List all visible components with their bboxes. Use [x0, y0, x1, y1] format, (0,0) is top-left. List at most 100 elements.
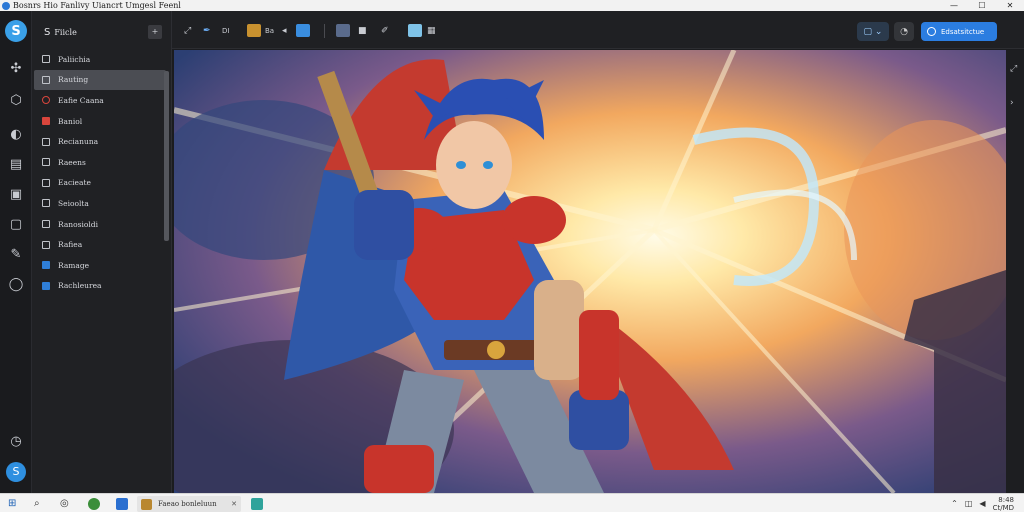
left-rail: S ✣ ⬡ ◐ ▤ ▣ ▢ ✎ ◯ ◷ S — [0, 11, 32, 493]
artwork-image — [174, 50, 1006, 493]
sidebar-item-label: Eafie Caana — [58, 95, 104, 105]
item-icon — [42, 281, 50, 290]
taskbar-app-label: Faeao bonleluun — [158, 500, 217, 508]
sidebar-item[interactable]: Eacieate — [34, 173, 166, 194]
sidebar-item-label: Eacieate — [58, 178, 91, 188]
tool-a[interactable]: DI — [222, 25, 229, 37]
sidebar-item[interactable]: Raeens — [34, 152, 166, 173]
clock-icon[interactable]: ◷ — [8, 434, 24, 450]
layer-tool-icon[interactable] — [408, 24, 422, 37]
tool-b[interactable]: Ba — [265, 25, 274, 37]
artwork-canvas[interactable] — [174, 50, 1006, 493]
grid-tool-icon[interactable]: ▦ — [427, 25, 436, 37]
sidebar-item-label: Seioolta — [58, 198, 89, 208]
sidebar-item-label: Raeens — [58, 157, 86, 167]
item-icon — [42, 55, 50, 64]
search-icon[interactable]: ⌕ — [34, 497, 40, 510]
account-icon[interactable]: S — [6, 462, 26, 482]
sidebar-item-label: Rauting — [58, 75, 89, 85]
task-view-icon[interactable]: ◎ — [60, 497, 69, 510]
arrow-tool-icon[interactable]: ◂ — [282, 25, 287, 37]
pen-tool-icon[interactable]: ✒ — [203, 25, 211, 37]
view-dropdown[interactable]: ▢ ⌄ — [857, 22, 889, 41]
logo-icon[interactable]: S — [5, 20, 27, 42]
sidebar-item-label: Rachleurea — [58, 281, 102, 291]
network-icon[interactable]: ◫ — [965, 499, 973, 508]
clock-date: Ct/MD — [992, 503, 1014, 512]
history-icon[interactable]: ◔ — [894, 22, 914, 41]
brush-icon[interactable]: ✎ — [8, 247, 24, 263]
move-tool-icon[interactable]: ⤢ — [184, 25, 191, 37]
panel-title: Fiicle — [54, 27, 77, 37]
panel-title-icon: S — [44, 26, 51, 38]
circle-icon[interactable]: ◯ — [8, 277, 24, 293]
window-title-bar: Bosnrs Hio Fanlivy Uiancrt Umgesl Feenl … — [0, 0, 1024, 11]
window-title: Bosnrs Hio Fanlivy Uiancrt Umgesl Feenl — [13, 1, 181, 10]
taskbar: ⊞ ⌕ ◎ Faeao bonleluun ✕ ⌃ ◫ ◀ 8:48 Ct/MD — [0, 493, 1024, 512]
view-icon: ▢ — [863, 26, 873, 37]
close-icon[interactable]: ✕ — [231, 500, 237, 508]
sidebar-item[interactable]: Ramage — [34, 255, 166, 276]
panel-scrollbar[interactable] — [164, 71, 169, 241]
chevron-down-icon: ⌄ — [874, 26, 883, 37]
sidebar-item-label: Recianuna — [58, 137, 99, 147]
chevron-up-icon[interactable]: ⌃ — [951, 499, 958, 508]
sidebar-item[interactable]: Rafiea — [34, 234, 166, 255]
erase-tool-icon[interactable]: ■ — [358, 25, 367, 37]
item-icon — [42, 178, 50, 187]
sidebar-item[interactable]: Rachleurea — [34, 276, 166, 297]
clock-time: 8:48 — [998, 495, 1014, 504]
browser-icon[interactable] — [88, 498, 100, 510]
clock[interactable]: 8:48 Ct/MD — [993, 496, 1014, 512]
taskbar-app-item[interactable]: Faeao bonleluun ✕ — [137, 496, 241, 512]
sidebar-item-label: Paliichia — [58, 54, 91, 64]
item-icon — [42, 240, 50, 249]
sidebar-item[interactable]: Eafie Caana — [34, 90, 166, 111]
image-tool-icon[interactable] — [247, 24, 261, 37]
export-button[interactable]: Edsatsitctue — [921, 22, 997, 41]
palette-tool-icon[interactable] — [336, 24, 350, 37]
frame-tool-icon[interactable] — [296, 24, 310, 37]
sidebar-item-label: Rafiea — [58, 240, 83, 250]
frame-icon[interactable]: ▢ — [8, 217, 24, 233]
sidebar-item[interactable]: Ranosioldi — [34, 214, 166, 235]
explorer-panel: S Fiicle + Paliichia Rauting Eafie Caana Ba… — [32, 11, 172, 493]
export-button-label: Edsatsitctue — [941, 27, 985, 36]
close-icon[interactable]: ✕ — [996, 0, 1024, 11]
window-controls: — ☐ ✕ — [940, 0, 1024, 11]
item-icon — [42, 96, 50, 105]
app-icon — [2, 1, 10, 10]
item-icon — [42, 158, 50, 167]
puzzle-icon[interactable]: ✣ — [8, 61, 24, 77]
collapse-arrow-icon[interactable]: › — [1010, 98, 1014, 108]
volume-icon[interactable]: ◀ — [979, 499, 985, 508]
export-icon — [927, 27, 936, 36]
window-icon[interactable]: ▣ — [8, 187, 24, 203]
item-icon — [42, 137, 50, 146]
layers-icon[interactable]: ▤ — [8, 157, 24, 173]
system-tray: ⌃ ◫ ◀ 8:48 Ct/MD — [951, 494, 1024, 512]
sidebar-item[interactable]: Seioolta — [34, 193, 166, 214]
top-toolbar: ⤢ ✒ DI Ba ◂ ■ ✐ ▦ ▢ ⌄ ◔ Edsatsitctue — [172, 11, 1024, 49]
toolbar-divider — [324, 24, 325, 38]
minimize-icon[interactable]: — — [940, 0, 968, 11]
sidebar-item[interactable]: Rauting — [34, 69, 166, 91]
files-icon[interactable] — [116, 498, 128, 510]
expand-icon[interactable]: ⤢ — [1010, 64, 1017, 74]
item-list: Paliichia Rauting Eafie Caana Baniol Recianu… — [34, 49, 166, 296]
sidebar-item-label: Ramage — [58, 260, 90, 270]
mask-icon[interactable]: ◐ — [8, 127, 24, 143]
item-icon — [42, 220, 50, 229]
sidebar-item[interactable]: Baniol — [34, 111, 166, 132]
sidebar-item[interactable]: Recianuna — [34, 131, 166, 152]
item-icon — [42, 117, 50, 126]
add-button[interactable]: + — [148, 25, 162, 39]
maximize-icon[interactable]: ☐ — [968, 0, 996, 11]
start-icon[interactable]: ⊞ — [8, 497, 16, 510]
store-icon[interactable] — [251, 498, 263, 510]
hexagon-icon[interactable]: ⬡ — [8, 93, 24, 109]
wand-tool-icon[interactable]: ✐ — [381, 25, 389, 37]
sidebar-item[interactable]: Paliichia — [34, 49, 166, 70]
item-icon — [42, 261, 50, 270]
sidebar-item-label: Ranosioldi — [58, 219, 98, 229]
